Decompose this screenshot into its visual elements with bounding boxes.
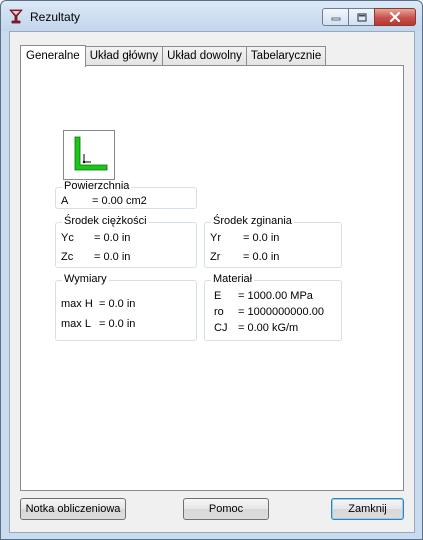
material-group-title: Materiał	[211, 273, 255, 285]
dimensions-group: Wymiary max H = 0.0 in max L = 0.0 in	[55, 273, 197, 341]
shear-center-group-title: Środek zginania	[211, 215, 294, 227]
shear-center-z-label: Zr	[210, 251, 221, 263]
tab-tabelarycznie[interactable]: Tabelarycznie	[245, 46, 327, 66]
centroid-y-label: Yc	[61, 232, 74, 244]
area-group: Powierzchnia A = 0.00 cm2	[55, 180, 197, 209]
centroid-y-value: = 0.0 in	[94, 232, 131, 244]
close-button[interactable]: Zamknij	[331, 498, 404, 520]
section-preview	[63, 130, 115, 180]
window-title: Rezultaty	[30, 10, 81, 24]
material-cj-value: = 0.00 kG/m	[238, 322, 299, 334]
close-icon	[389, 12, 401, 22]
results-window: Rezultaty Generalne Układ główny Układ d…	[0, 0, 423, 540]
dialog-client-area: Generalne Układ główny Układ dowolny Tab…	[9, 31, 415, 533]
material-ro-label: ro	[214, 306, 224, 318]
centroid-z-value: = 0.0 in	[94, 251, 131, 263]
dimensions-group-title: Wymiary	[62, 273, 109, 285]
shear-center-y-value: = 0.0 in	[243, 232, 280, 244]
centroid-group: Środek ciężkości Yc = 0.0 in Zc = 0.0 in	[55, 215, 197, 268]
close-window-button[interactable]	[374, 8, 416, 26]
minimize-button[interactable]	[322, 8, 348, 26]
tab-strip: Generalne Układ główny Układ dowolny Tab…	[20, 44, 327, 67]
area-label: A	[61, 195, 69, 207]
maximize-button[interactable]	[348, 8, 374, 26]
max-h-label: max H	[61, 298, 93, 310]
minimize-icon	[331, 17, 340, 21]
tab-panel-generalne: Powierzchnia A = 0.00 cm2 Środek ciężkoś…	[20, 65, 404, 491]
shear-center-z-value: = 0.0 in	[243, 251, 280, 263]
material-e-label: E	[214, 290, 222, 302]
area-value: = 0.00 cm2	[92, 195, 147, 207]
tab-uklad-dowolny[interactable]: Układ dowolny	[162, 46, 247, 66]
shear-center-y-label: Yr	[210, 232, 221, 244]
material-cj-label: CJ	[214, 322, 228, 334]
max-l-label: max L	[61, 318, 91, 330]
material-e-value: = 1000.00 MPa	[238, 290, 313, 302]
maximize-icon	[356, 12, 367, 22]
area-group-title: Powierzchnia	[62, 180, 132, 192]
title-bar[interactable]: Rezultaty	[1, 1, 422, 31]
centroid-group-title: Środek ciężkości	[62, 215, 149, 227]
max-l-value: = 0.0 in	[99, 318, 136, 330]
shear-center-group: Środek zginania Yr = 0.0 in Zr = 0.0 in	[204, 215, 342, 268]
max-h-value: = 0.0 in	[99, 298, 136, 310]
wine-glass-icon	[9, 9, 23, 24]
material-group: Materiał E = 1000.00 MPa ro = 1000000000…	[204, 273, 342, 341]
material-ro-value: = 1000000000.00	[238, 306, 324, 318]
help-button[interactable]: Pomoc	[183, 498, 269, 520]
report-button[interactable]: Notka obliczeniowa	[20, 498, 126, 520]
l-section-icon	[74, 136, 108, 171]
tab-generalne[interactable]: Generalne	[20, 45, 86, 67]
tab-uklad-glowny[interactable]: Układ główny	[84, 46, 164, 66]
caption-buttons	[322, 8, 416, 27]
centroid-z-label: Zc	[61, 251, 74, 263]
